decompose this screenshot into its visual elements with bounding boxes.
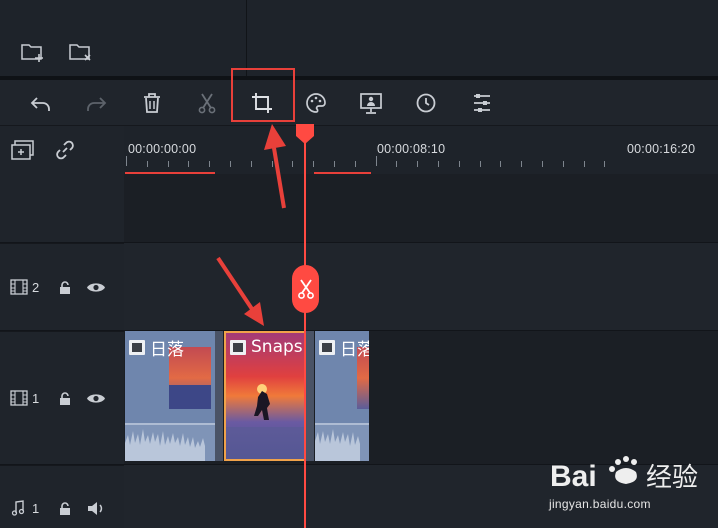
track-lane-empty[interactable] bbox=[124, 174, 718, 242]
timecode-label: 00:00:16:20 bbox=[627, 142, 696, 156]
ruler-tick bbox=[479, 161, 481, 167]
ruler-tick bbox=[292, 161, 294, 167]
edit-toolbar bbox=[0, 80, 718, 126]
ruler-tick bbox=[396, 161, 398, 167]
track-divider bbox=[0, 330, 718, 331]
eye-icon[interactable] bbox=[86, 281, 106, 299]
add-track-icon[interactable] bbox=[10, 139, 36, 166]
film-icon bbox=[10, 279, 28, 300]
clip-label: 日落 bbox=[150, 340, 184, 360]
ruler-tick bbox=[271, 161, 273, 167]
track-lane-video-2[interactable] bbox=[124, 243, 718, 330]
track-header-video-1: 1 bbox=[0, 331, 124, 465]
film-icon bbox=[129, 340, 145, 355]
lock-icon[interactable] bbox=[58, 501, 72, 521]
color-palette-icon[interactable] bbox=[303, 90, 329, 116]
ruler-tick bbox=[500, 161, 502, 167]
speaker-icon[interactable] bbox=[86, 501, 106, 521]
clip-label: 日落 bbox=[340, 340, 369, 360]
ruler-tick bbox=[209, 161, 211, 167]
clip-transition-gap bbox=[306, 331, 314, 461]
lock-icon[interactable] bbox=[58, 391, 72, 411]
music-note-icon bbox=[11, 500, 25, 521]
clip-transition-gap bbox=[215, 331, 223, 461]
clip-label: Snapsh bbox=[251, 337, 304, 357]
image-icon bbox=[230, 339, 246, 355]
clip-title: 日落 bbox=[319, 335, 369, 360]
ruler-tick bbox=[354, 161, 356, 167]
ruler-tick bbox=[583, 161, 585, 167]
svg-text:Bai: Bai bbox=[550, 460, 597, 493]
lock-icon[interactable] bbox=[58, 280, 72, 300]
speed-clock-icon[interactable] bbox=[413, 90, 439, 116]
time-ruler[interactable]: 00:00:00:00 00:00:08:10 00:00:16:20 bbox=[124, 126, 718, 175]
split-at-playhead-button[interactable] bbox=[292, 265, 319, 313]
image-clip-selected[interactable]: Snapsh bbox=[224, 331, 306, 461]
track-header-column: 2 1 1 bbox=[0, 126, 124, 528]
track-header-video-2: 2 bbox=[0, 243, 124, 331]
annotation-highlight-box bbox=[231, 68, 295, 122]
ruler-tick bbox=[230, 161, 231, 167]
timecode-label: 00:00:00:00 bbox=[128, 142, 197, 156]
ruler-tick bbox=[521, 161, 523, 167]
film-icon bbox=[319, 340, 335, 355]
ruler-tick bbox=[458, 161, 460, 167]
delete-icon[interactable] bbox=[139, 90, 165, 116]
undo-icon[interactable] bbox=[28, 90, 54, 116]
ruler-tick bbox=[542, 161, 543, 167]
clip-title: Snapsh bbox=[230, 337, 304, 357]
split-icon[interactable] bbox=[194, 90, 220, 116]
playhead[interactable] bbox=[304, 126, 306, 528]
ruler-tick bbox=[604, 161, 606, 167]
ruler-tick bbox=[438, 161, 439, 167]
ruler-tick bbox=[188, 161, 190, 167]
track-divider bbox=[0, 242, 718, 243]
media-library-left bbox=[0, 0, 247, 78]
video-clip[interactable]: 日落 bbox=[315, 331, 369, 461]
ruler-tick bbox=[313, 161, 315, 167]
ruler-tick bbox=[334, 161, 335, 167]
track-header-audio-1: 1 bbox=[0, 465, 124, 528]
track-number: 1 bbox=[32, 501, 40, 516]
ruler-tick bbox=[562, 161, 564, 167]
baidu-jingyan-logo: Bai 经验 bbox=[550, 456, 698, 493]
scissors-icon bbox=[297, 279, 314, 299]
ruler-tick bbox=[126, 156, 127, 166]
ruler-tick bbox=[146, 161, 148, 167]
adjust-sliders-icon[interactable] bbox=[469, 90, 495, 116]
ruler-tick bbox=[250, 161, 252, 167]
redo-icon[interactable] bbox=[83, 90, 109, 116]
new-folder-icon[interactable] bbox=[20, 40, 46, 64]
track-number: 2 bbox=[32, 280, 40, 295]
timeline-header-tools bbox=[0, 126, 124, 174]
svg-text:经验: 经验 bbox=[646, 463, 698, 493]
watermark-url: jingyan.baidu.com bbox=[549, 497, 651, 511]
timecode-label: 00:00:08:10 bbox=[377, 142, 446, 156]
ruler-tick bbox=[167, 161, 169, 167]
ruler-tick bbox=[417, 161, 419, 167]
clip-title: 日落 bbox=[129, 335, 184, 360]
eye-icon[interactable] bbox=[86, 392, 106, 410]
track-number: 1 bbox=[32, 391, 40, 406]
film-icon bbox=[10, 390, 28, 411]
video-clip[interactable]: 日落 bbox=[125, 331, 215, 461]
delete-folder-icon[interactable] bbox=[68, 40, 94, 64]
media-library-panel bbox=[0, 0, 718, 78]
presentation-icon[interactable] bbox=[358, 90, 384, 116]
ruler-tick bbox=[375, 156, 377, 166]
link-icon[interactable] bbox=[54, 139, 76, 166]
video-editor: 2 1 1 00:00:00:00 00:00:08:10 00:00:16:2… bbox=[0, 0, 718, 528]
